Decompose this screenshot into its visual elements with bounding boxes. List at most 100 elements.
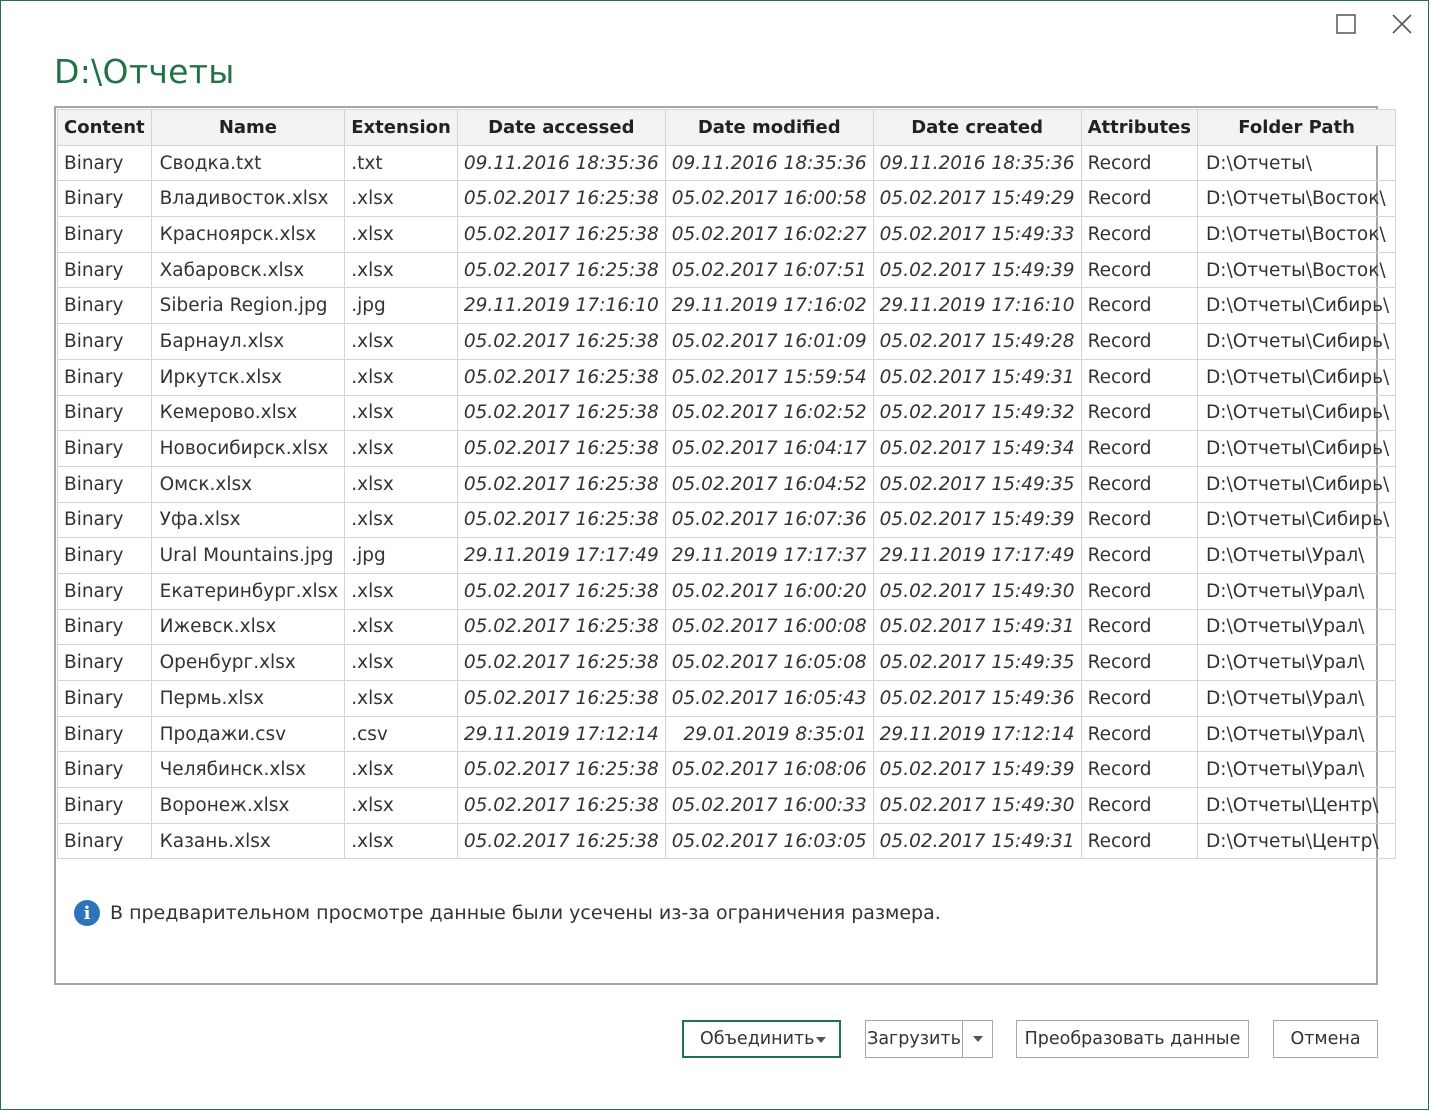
table-cell[interactable]: Binary: [57, 822, 152, 860]
table-cell[interactable]: Хабаровск.xlsx: [150, 251, 346, 289]
maximize-button[interactable]: [1332, 10, 1360, 38]
table-row[interactable]: Binary Продажи.csv .csv 29.11.2019 17:12:14…: [57, 715, 1397, 753]
table-cell[interactable]: D:\Отчеты\Восток\: [1196, 180, 1397, 218]
table-cell[interactable]: D:\Отчеты\Сибирь\: [1196, 394, 1397, 432]
table-cell[interactable]: 05.02.2017 16:25:38: [456, 323, 666, 360]
table-cell[interactable]: 05.02.2017 16:00:58: [664, 180, 874, 218]
table-cell[interactable]: 29.11.2019 17:16:02: [664, 287, 874, 325]
table-cell[interactable]: 05.02.2017 16:07:36: [664, 501, 874, 539]
table-cell[interactable]: Новосибирск.xlsx: [150, 430, 346, 467]
table-cell[interactable]: D:\Отчеты\Сибирь\: [1196, 287, 1397, 325]
table-cell[interactable]: .jpg: [344, 287, 458, 325]
table-cell[interactable]: 05.02.2017 15:59:54: [664, 358, 874, 396]
table-cell[interactable]: .xlsx: [344, 394, 458, 432]
table-cell[interactable]: .xlsx: [344, 822, 458, 860]
table-cell[interactable]: Ижевск.xlsx: [150, 608, 346, 646]
table-cell[interactable]: 05.02.2017 16:25:38: [456, 751, 666, 789]
table-cell[interactable]: Binary: [57, 358, 152, 396]
table-cell[interactable]: Binary: [57, 144, 152, 182]
table-cell[interactable]: 29.01.2019 8:35:01: [664, 715, 874, 753]
table-cell[interactable]: 05.02.2017 15:49:31: [872, 608, 1082, 646]
table-row[interactable]: Binary Казань.xlsx .xlsx 05.02.2017 16:25:3…: [57, 822, 1397, 860]
table-cell[interactable]: D:\Отчеты\Сибирь\: [1196, 323, 1397, 360]
table-cell[interactable]: Record: [1080, 680, 1198, 717]
transform-data-button[interactable]: Преобразовать данные: [1016, 1020, 1249, 1058]
table-cell[interactable]: D:\Отчеты\Восток\: [1196, 216, 1397, 253]
column-header[interactable]: Attributes: [1080, 109, 1198, 146]
table-cell[interactable]: 29.11.2019 17:16:10: [456, 287, 666, 325]
table-cell[interactable]: Binary: [57, 572, 152, 610]
table-cell[interactable]: Барнаул.xlsx: [150, 323, 346, 360]
table-cell[interactable]: Уфа.xlsx: [150, 501, 346, 539]
table-cell[interactable]: 05.02.2017 15:49:30: [872, 787, 1082, 824]
load-button[interactable]: Загрузить: [866, 1021, 963, 1057]
table-cell[interactable]: 05.02.2017 16:02:52: [664, 394, 874, 432]
table-cell[interactable]: .xlsx: [344, 572, 458, 610]
table-cell[interactable]: 05.02.2017 15:49:31: [872, 822, 1082, 860]
table-cell[interactable]: .xlsx: [344, 251, 458, 289]
column-header[interactable]: Name: [150, 109, 346, 146]
table-cell[interactable]: Binary: [57, 787, 152, 824]
table-row[interactable]: Binary Ural Mountains.jpg .jpg 29.11.2019 1…: [57, 537, 1397, 574]
table-cell[interactable]: 05.02.2017 15:49:34: [872, 430, 1082, 467]
table-cell[interactable]: .xlsx: [344, 180, 458, 218]
table-cell[interactable]: 05.02.2017 16:00:20: [664, 572, 874, 610]
table-cell[interactable]: Record: [1080, 751, 1198, 789]
table-cell[interactable]: .xlsx: [344, 465, 458, 503]
table-cell[interactable]: 05.02.2017 15:49:31: [872, 358, 1082, 396]
table-cell[interactable]: Record: [1080, 608, 1198, 646]
table-cell[interactable]: Binary: [57, 608, 152, 646]
table-row[interactable]: Binary Оренбург.xlsx .xlsx 05.02.2017 16:25…: [57, 644, 1397, 681]
table-cell[interactable]: 05.02.2017 15:49:30: [872, 572, 1082, 610]
table-cell[interactable]: Казань.xlsx: [150, 822, 346, 860]
table-cell[interactable]: Иркутск.xlsx: [150, 358, 346, 396]
table-cell[interactable]: Record: [1080, 715, 1198, 753]
table-cell[interactable]: .xlsx: [344, 430, 458, 467]
table-cell[interactable]: 05.02.2017 16:08:06: [664, 751, 874, 789]
table-cell[interactable]: .xlsx: [344, 680, 458, 717]
table-cell[interactable]: 05.02.2017 15:49:33: [872, 216, 1082, 253]
table-cell[interactable]: .xlsx: [344, 501, 458, 539]
column-header[interactable]: Content: [57, 109, 152, 146]
table-cell[interactable]: Владивосток.xlsx: [150, 180, 346, 218]
table-cell[interactable]: D:\Отчеты\Урал\: [1196, 751, 1397, 789]
table-cell[interactable]: .xlsx: [344, 644, 458, 681]
table-cell[interactable]: Binary: [57, 537, 152, 574]
table-cell[interactable]: D:\Отчеты\Сибирь\: [1196, 501, 1397, 539]
table-cell[interactable]: 05.02.2017 16:25:38: [456, 501, 666, 539]
table-cell[interactable]: 29.11.2019 17:12:14: [872, 715, 1082, 753]
table-cell[interactable]: Пермь.xlsx: [150, 680, 346, 717]
table-cell[interactable]: 05.02.2017 16:00:08: [664, 608, 874, 646]
column-header[interactable]: Folder Path: [1196, 109, 1397, 146]
table-cell[interactable]: 05.02.2017 16:25:38: [456, 216, 666, 253]
table-cell[interactable]: D:\Отчеты\Урал\: [1196, 572, 1397, 610]
table-cell[interactable]: 05.02.2017 16:25:38: [456, 608, 666, 646]
table-cell[interactable]: D:\Отчеты\Центр\: [1196, 822, 1397, 860]
table-cell[interactable]: Binary: [57, 323, 152, 360]
table-cell[interactable]: 05.02.2017 16:25:38: [456, 465, 666, 503]
table-cell[interactable]: .xlsx: [344, 358, 458, 396]
table-cell[interactable]: 05.02.2017 16:25:38: [456, 644, 666, 681]
table-cell[interactable]: Record: [1080, 144, 1198, 182]
table-cell[interactable]: 29.11.2019 17:12:14: [456, 715, 666, 753]
table-row[interactable]: Binary Siberia Region.jpg .jpg 29.11.2019 1…: [57, 287, 1397, 325]
table-cell[interactable]: 05.02.2017 16:25:38: [456, 251, 666, 289]
table-cell[interactable]: D:\Отчеты\Урал\: [1196, 644, 1397, 681]
table-cell[interactable]: 05.02.2017 16:03:05: [664, 822, 874, 860]
table-row[interactable]: Binary Новосибирск.xlsx .xlsx 05.02.2017 16…: [57, 430, 1397, 467]
table-cell[interactable]: Ural Mountains.jpg: [150, 537, 346, 574]
table-row[interactable]: Binary Владивосток.xlsx .xlsx 05.02.2017 16…: [57, 180, 1397, 218]
table-cell[interactable]: 05.02.2017 16:05:43: [664, 680, 874, 717]
table-row[interactable]: Binary Иркутск.xlsx .xlsx 05.02.2017 16:25:…: [57, 358, 1397, 396]
table-cell[interactable]: 09.11.2016 18:35:36: [872, 144, 1082, 182]
table-cell[interactable]: Record: [1080, 537, 1198, 574]
table-cell[interactable]: 05.02.2017 15:49:28: [872, 323, 1082, 360]
table-row[interactable]: Binary Омск.xlsx .xlsx 05.02.2017 16:25:38 0…: [57, 465, 1397, 503]
table-cell[interactable]: Record: [1080, 644, 1198, 681]
column-header[interactable]: Extension: [344, 109, 458, 146]
column-header[interactable]: Date accessed: [456, 109, 666, 146]
table-cell[interactable]: 29.11.2019 17:17:49: [872, 537, 1082, 574]
table-row[interactable]: Binary Сводка.txt .txt 09.11.2016 18:35:36 0…: [57, 144, 1397, 182]
table-row[interactable]: Binary Хабаровск.xlsx .xlsx 05.02.2017 16:2…: [57, 251, 1397, 289]
table-cell[interactable]: 05.02.2017 16:05:08: [664, 644, 874, 681]
